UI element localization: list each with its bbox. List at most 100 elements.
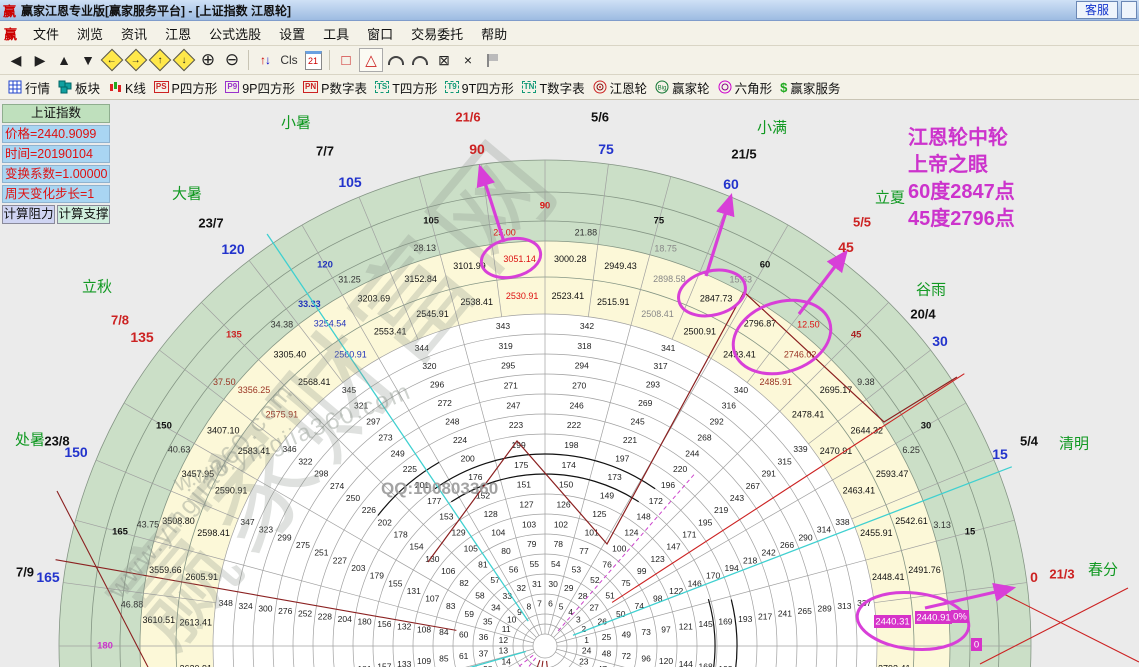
- shift-right-button[interactable]: →: [124, 48, 148, 72]
- view-button-label: T数字表: [539, 81, 585, 96]
- menu-item-设置[interactable]: 设置: [270, 24, 314, 43]
- svg-text:37.50: 37.50: [213, 377, 236, 387]
- view-button-P数字表[interactable]: PN P数字表: [302, 78, 367, 97]
- svg-text:30: 30: [921, 421, 932, 432]
- svg-text:157: 157: [377, 661, 391, 667]
- wheel-label-5/6: 5/6: [590, 109, 610, 125]
- svg-text:51: 51: [605, 590, 615, 600]
- view-button-P四方形[interactable]: PS P四方形: [153, 78, 217, 97]
- box-x-tool-button[interactable]: ⊠: [433, 49, 455, 71]
- view-button-行情[interactable]: 行情: [8, 78, 50, 97]
- menu-item-交易委托[interactable]: 交易委托: [402, 24, 472, 43]
- table-icon: [8, 80, 22, 94]
- view-button-赢家轮[interactable]: Big 赢家轮: [655, 78, 710, 97]
- svg-text:82: 82: [459, 578, 469, 588]
- svg-text:37: 37: [479, 648, 489, 658]
- calc-support-button[interactable]: 计算支撑: [57, 205, 110, 224]
- svg-text:104: 104: [491, 528, 505, 538]
- svg-text:317: 317: [653, 361, 667, 371]
- arc-ccw-tool-button[interactable]: [385, 49, 407, 71]
- menu-item-文件[interactable]: 文件: [24, 24, 68, 43]
- svg-text:2542.61: 2542.61: [895, 516, 928, 526]
- rect-tool-button[interactable]: □: [335, 49, 357, 71]
- move-tool-button[interactable]: ×: [457, 49, 479, 71]
- svg-text:342: 342: [580, 321, 594, 331]
- menu-item-资讯[interactable]: 资讯: [112, 24, 156, 43]
- title-bar: 赢 赢家江恩专业版[赢家服务平台] - [上证指数 江恩轮] 客服: [0, 0, 1139, 21]
- view-button-9P四方形[interactable]: P9 9P四方形: [225, 78, 295, 97]
- clipped-button[interactable]: [1121, 1, 1137, 19]
- wheel-label-45: 45: [838, 239, 854, 255]
- svg-text:319: 319: [498, 341, 512, 351]
- svg-text:2440.91: 2440.91: [916, 613, 950, 624]
- svg-text:102: 102: [554, 519, 568, 529]
- svg-text:155: 155: [388, 578, 402, 588]
- svg-text:339: 339: [793, 444, 807, 454]
- menu-item-窗口[interactable]: 窗口: [358, 24, 402, 43]
- shift-left-button[interactable]: ←: [100, 48, 124, 72]
- svg-text:2455.91: 2455.91: [860, 528, 893, 538]
- svg-text:80: 80: [501, 546, 511, 556]
- arc-cw-tool-button[interactable]: [409, 49, 431, 71]
- view-button-K线[interactable]: K线: [108, 78, 146, 97]
- svg-text:2793.41: 2793.41: [878, 663, 911, 667]
- wheel-label-21/3: 21/3: [1049, 566, 1075, 582]
- pointer-up-button[interactable]: ▲: [53, 49, 75, 71]
- zoom-in-button[interactable]: ⊕: [197, 49, 219, 71]
- svg-text:109: 109: [417, 656, 431, 666]
- blocks-icon: [58, 80, 72, 94]
- cls-button[interactable]: Cls: [278, 49, 300, 71]
- updown-button[interactable]: ↑ ↓: [254, 49, 276, 71]
- toolbar-separator: [329, 50, 330, 70]
- svg-text:121: 121: [679, 622, 693, 632]
- svg-text:81: 81: [478, 559, 488, 569]
- view-button-label: 9P四方形: [242, 81, 295, 96]
- svg-text:12: 12: [499, 635, 509, 645]
- svg-text:340: 340: [734, 385, 748, 395]
- calendar-button[interactable]: 21: [302, 49, 324, 71]
- svg-text:341: 341: [661, 343, 675, 353]
- customer-service-button[interactable]: 客服: [1075, 1, 1118, 19]
- svg-text:2491.76: 2491.76: [908, 565, 941, 575]
- pointer-down-button[interactable]: ▼: [77, 49, 99, 71]
- svg-text:24: 24: [582, 646, 592, 656]
- view-button-9T四方形[interactable]: T9 9T四方形: [445, 78, 514, 97]
- wheel-label-谷雨: 谷雨: [915, 281, 947, 299]
- svg-text:180: 180: [97, 641, 113, 652]
- svg-text:295: 295: [501, 361, 515, 371]
- svg-text:133: 133: [397, 659, 411, 667]
- shift-up-button[interactable]: ↑: [148, 48, 172, 72]
- view-button-label: T四方形: [392, 81, 438, 96]
- menu-item-工具[interactable]: 工具: [314, 24, 358, 43]
- triangle-tool-button[interactable]: △: [359, 48, 383, 72]
- view-button-T数字表[interactable]: TN T数字表: [521, 78, 585, 97]
- step-value: 周天变化步长=1: [2, 185, 110, 203]
- view-button-label: K线: [125, 81, 146, 96]
- view-button-T四方形[interactable]: TS T四方形: [374, 78, 438, 97]
- svg-text:203: 203: [351, 563, 365, 573]
- svg-text:171: 171: [682, 529, 696, 539]
- flag-tool-button[interactable]: [481, 49, 503, 71]
- wheel-label-立夏: 立夏: [874, 189, 906, 207]
- view-button-六角形[interactable]: 六角形: [718, 78, 772, 97]
- svg-text:6: 6: [548, 599, 553, 609]
- svg-text:315: 315: [777, 456, 791, 466]
- back-button[interactable]: ◀: [5, 49, 27, 71]
- shift-down-button[interactable]: ↓: [172, 48, 196, 72]
- view-button-赢家服务[interactable]: $ 赢家服务: [780, 78, 840, 97]
- view-button-江恩轮[interactable]: 江恩轮: [593, 78, 647, 97]
- forward-button[interactable]: ▶: [29, 49, 51, 71]
- calc-resistance-button[interactable]: 计算阻力: [2, 205, 55, 224]
- menu-item-江恩[interactable]: 江恩: [156, 24, 200, 43]
- wheel-label-立秋: 立秋: [81, 278, 113, 296]
- view-button-板块[interactable]: 板块: [58, 78, 100, 97]
- zoom-out-button[interactable]: ⊖: [221, 49, 243, 71]
- menu-item-帮助[interactable]: 帮助: [472, 24, 516, 43]
- svg-text:150: 150: [156, 421, 172, 432]
- menu-item-公式选股[interactable]: 公式选股: [200, 24, 270, 43]
- svg-text:128: 128: [484, 509, 498, 519]
- wheel-label-135: 135: [130, 329, 154, 345]
- svg-text:60: 60: [760, 259, 771, 270]
- P9-icon: P9: [225, 81, 240, 93]
- menu-item-浏览[interactable]: 浏览: [68, 24, 112, 43]
